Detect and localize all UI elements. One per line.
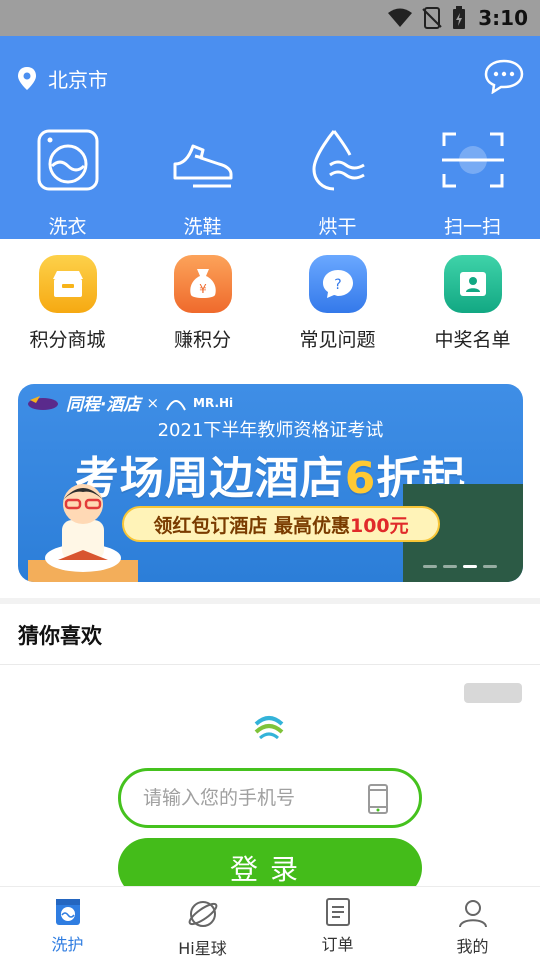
planet-icon — [188, 901, 217, 927]
nav-hi-planet[interactable]: Hi星球 — [135, 887, 270, 960]
shoe-icon — [173, 144, 232, 188]
top-services: 洗衣 洗鞋 烘干 扫一扫 — [0, 124, 540, 239]
svg-text:¥: ¥ — [199, 282, 207, 296]
pager-dot — [423, 565, 437, 568]
service-label: 洗衣 — [48, 216, 87, 238]
service-wash-clothes[interactable]: 洗衣 — [0, 124, 135, 239]
pill-text: 领红包订酒店 最高优惠 — [153, 514, 350, 537]
banner-brand-name: 同程·酒店 — [66, 395, 141, 415]
nav-laundry[interactable]: 洗护 — [0, 887, 135, 960]
promo-banner[interactable]: 同程·酒店 × MR.Hi 2021下半年教师资格证考试 考场周边酒店6折起 领… — [18, 384, 523, 582]
status-time: 3:10 — [478, 6, 528, 30]
mrhi-logo-icon — [166, 399, 186, 410]
nav-label: 订单 — [321, 935, 354, 954]
pager-dot — [443, 565, 457, 568]
service-dry[interactable]: 烘干 — [270, 124, 405, 239]
tongcheng-logo-icon — [28, 395, 58, 410]
question-icon: ? — [308, 255, 367, 313]
banner-coupon-pill: 领红包订酒店 最高优惠 100元 — [122, 506, 440, 542]
phone-input[interactable] — [143, 787, 363, 809]
washing-machine-icon — [37, 129, 98, 191]
headline-highlight: 6 — [344, 453, 377, 504]
service-faq[interactable]: ? 常见问题 — [270, 255, 405, 352]
app-page: 3:10 北京市 洗衣 洗鞋 烘干 扫一扫 积分商城 ¥ 赚积分 ? 常见问题 … — [0, 0, 540, 960]
message-icon[interactable] — [484, 58, 524, 94]
phone-number-field[interactable] — [118, 768, 422, 828]
title-divider — [0, 664, 540, 665]
status-bar: 3:10 — [0, 0, 540, 36]
winner-list-icon — [443, 255, 502, 313]
location-selector[interactable]: 北京市 — [16, 64, 108, 93]
nav-label: 我的 — [456, 937, 489, 956]
water-drop-icon — [311, 130, 365, 191]
nav-label: Hi星球 — [178, 939, 227, 958]
pill-amount: 100元 — [349, 514, 409, 537]
service-label: 扫一扫 — [443, 216, 501, 238]
service-label: 烘干 — [318, 216, 357, 238]
service-label: 积分商城 — [29, 329, 106, 351]
banner-brand: 同程·酒店 × MR.Hi — [26, 390, 233, 415]
service-wash-shoes[interactable]: 洗鞋 — [135, 124, 270, 239]
pager-dot-active — [463, 565, 477, 568]
secondary-services: 积分商城 ¥ 赚积分 ? 常见问题 中奖名单 — [0, 255, 540, 352]
status-icons — [388, 6, 466, 30]
nav-profile[interactable]: 我的 — [405, 887, 540, 960]
wifi-icon — [388, 8, 413, 27]
scan-icon — [441, 132, 504, 188]
pager-dot — [483, 565, 497, 568]
student-illustration — [28, 484, 138, 582]
service-label: 洗鞋 — [183, 216, 222, 238]
service-label: 常见问题 — [299, 329, 376, 351]
order-icon — [325, 898, 350, 926]
china-mobile-logo-icon — [254, 716, 284, 740]
profile-icon — [458, 900, 487, 928]
service-points-mall[interactable]: 积分商城 — [0, 255, 135, 352]
no-sim-icon — [422, 7, 442, 29]
service-winner-list[interactable]: 中奖名单 — [405, 255, 540, 352]
banner-subtitle: 2021下半年教师资格证考试 — [157, 420, 384, 441]
service-earn-points[interactable]: ¥ 赚积分 — [135, 255, 270, 352]
service-label: 赚积分 — [173, 329, 231, 351]
section-title: 猜你喜欢 — [18, 624, 102, 648]
header: 北京市 洗衣 洗鞋 烘干 扫一扫 — [0, 36, 540, 239]
banner-x: × — [146, 393, 160, 412]
laundry-icon — [55, 899, 80, 925]
nav-orders[interactable]: 订单 — [270, 887, 405, 960]
banner-partner: MR.Hi — [193, 395, 234, 410]
battery-icon — [453, 6, 466, 29]
banner-pager — [423, 565, 497, 568]
bottom-nav: 洗护 Hi星球 订单 我的 — [0, 886, 540, 960]
money-bag-icon: ¥ — [173, 255, 232, 313]
service-label: 中奖名单 — [434, 329, 511, 351]
section-divider — [0, 598, 540, 604]
phone-icon — [368, 784, 388, 814]
location-label: 北京市 — [48, 68, 108, 92]
ad-close-button[interactable] — [464, 683, 522, 703]
service-scan[interactable]: 扫一扫 — [405, 124, 540, 239]
svg-text:?: ? — [334, 277, 341, 293]
nav-label: 洗护 — [51, 935, 84, 954]
location-pin-icon — [18, 66, 36, 90]
shop-icon — [38, 255, 97, 313]
